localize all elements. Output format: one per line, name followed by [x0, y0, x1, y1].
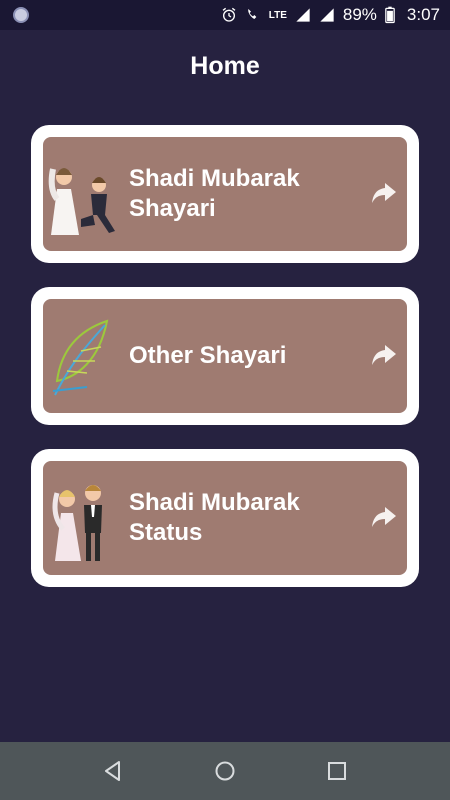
- card-inner[interactable]: Other Shayari: [43, 299, 407, 413]
- signal-icon-2: [320, 8, 334, 22]
- card-label: Shadi Mubarak Status: [129, 489, 300, 546]
- share-arrow-icon[interactable]: [371, 343, 397, 367]
- bride-groom-illustration: [52, 485, 102, 561]
- navigation-bar: [0, 742, 450, 800]
- proposal-couple-illustration: [48, 168, 115, 235]
- battery-icon: [385, 6, 395, 24]
- status-bar: LTE 89% 3:07: [0, 0, 450, 30]
- wifi-calling-icon: [247, 9, 257, 19]
- card-shadi-mubarak-status[interactable]: Shadi Mubarak Status: [31, 449, 419, 587]
- alarm-icon: [222, 7, 236, 22]
- card-label: Other Shayari: [129, 342, 287, 369]
- app-notification-icon: [13, 7, 29, 23]
- share-arrow-icon[interactable]: [371, 505, 397, 529]
- recents-icon[interactable]: [325, 759, 349, 783]
- page-title: Home: [190, 52, 260, 80]
- card-inner[interactable]: Shadi Mubarak Status: [43, 461, 407, 575]
- share-arrow-icon[interactable]: [371, 181, 397, 205]
- card-label: Shadi Mubarak Shayari: [129, 165, 300, 222]
- network-type: LTE: [268, 9, 287, 21]
- card-other-shayari[interactable]: Other Shayari: [31, 287, 419, 425]
- clock: 3:07: [406, 5, 440, 24]
- back-icon[interactable]: [101, 759, 125, 783]
- signal-icon: [296, 8, 310, 22]
- card-shadi-mubarak-shayari[interactable]: Shadi Mubarak Shayari: [31, 125, 419, 263]
- home-icon[interactable]: [213, 759, 237, 783]
- card-inner[interactable]: Shadi Mubarak Shayari: [43, 137, 407, 251]
- battery-percentage: 89%: [342, 5, 377, 24]
- feather-illustration: [52, 319, 109, 396]
